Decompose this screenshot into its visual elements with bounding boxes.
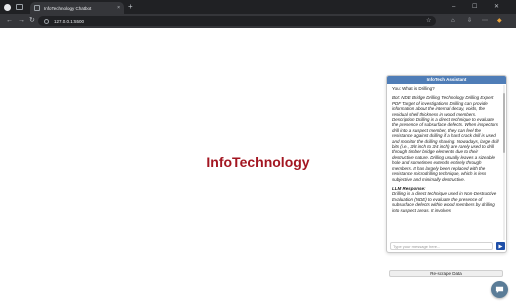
browser-toolbar: ← → ↻ 127.0.0.1:5500 ☆ ⌂ ⇩ ⋯ ◆ — [0, 14, 516, 28]
new-tab-button[interactable]: + — [128, 2, 133, 12]
tab-title: InfoTechnology Chatbot — [44, 5, 92, 11]
menu-icon[interactable]: ⋯ — [482, 17, 488, 25]
chat-messages[interactable]: You: What is Drilling? Bot: NDE Bridge D… — [389, 85, 502, 240]
chat-window: InfoTech Assistant You: What is Drilling… — [386, 75, 507, 253]
browser-tab[interactable]: InfoTechnology Chatbot × — [30, 2, 124, 14]
profile-icon[interactable] — [4, 3, 11, 11]
chat-scrollbar[interactable] — [503, 85, 505, 240]
maximize-icon[interactable]: ☐ — [472, 2, 477, 12]
minimize-icon[interactable]: – — [452, 2, 455, 12]
bot-message: Bot: NDE Bridge Drilling Technology Dril… — [392, 95, 499, 182]
chat-input-row — [390, 242, 505, 250]
message-input[interactable] — [390, 242, 493, 250]
url-text: 127.0.0.1:5500 — [54, 18, 85, 24]
send-icon — [498, 244, 503, 248]
user-message: You: What is Drilling? — [392, 86, 435, 91]
downloads-icon[interactable]: ⇩ — [467, 17, 472, 25]
extensions-icon[interactable]: ⌂ — [451, 17, 455, 25]
reload-icon[interactable]: ↻ — [29, 16, 35, 26]
send-button[interactable] — [496, 242, 505, 250]
chat-bubble-icon — [495, 286, 504, 294]
tab-groups-icon[interactable] — [16, 4, 23, 10]
tab-strip: InfoTechnology Chatbot × + – ☐ ✕ — [0, 0, 516, 14]
close-window-icon[interactable]: ✕ — [494, 2, 499, 12]
forward-icon[interactable]: → — [18, 16, 25, 26]
chat-header: InfoTech Assistant — [387, 76, 506, 84]
rescrape-button[interactable]: Re-scrape Data — [389, 270, 503, 277]
tab-close-icon[interactable]: × — [117, 5, 120, 11]
llm-response-text: Drilling is a direct technique used in N… — [392, 191, 497, 213]
page-favicon-icon — [34, 5, 40, 11]
site-info-icon[interactable] — [44, 18, 49, 24]
extension-icon[interactable]: ◆ — [497, 17, 502, 25]
chat-toggle-button[interactable] — [491, 281, 508, 298]
back-icon[interactable]: ← — [6, 16, 13, 26]
chat-scrollbar-thumb[interactable] — [503, 93, 505, 153]
bookmark-star-icon[interactable]: ☆ — [426, 17, 431, 25]
address-bar[interactable]: 127.0.0.1:5500 — [38, 16, 436, 26]
